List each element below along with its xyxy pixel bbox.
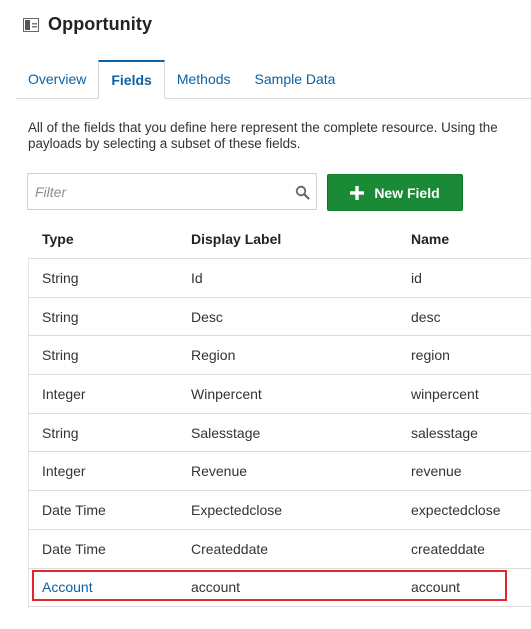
cell-name: createddate — [411, 540, 485, 557]
cell-name: desc — [411, 308, 441, 325]
cell-type: Date Time — [42, 540, 106, 557]
cell-display-label: Createddate — [191, 540, 269, 557]
tab-fields[interactable]: Fields — [98, 60, 165, 99]
cell-type: String — [42, 269, 79, 286]
cell-display-label: Winpercent — [191, 385, 262, 402]
cell-name: id — [411, 269, 422, 286]
filter-field — [27, 173, 317, 210]
page-title: Opportunity — [48, 14, 153, 34]
cell-type: String — [42, 308, 79, 325]
tab-overview[interactable]: Overview — [16, 60, 98, 98]
table-row[interactable]: Date Time Createddate createddate — [28, 530, 531, 569]
cell-display-label: Revenue — [191, 463, 248, 480]
column-header-type[interactable]: Type — [42, 231, 74, 247]
description-text: All of the fields that you define here r… — [28, 120, 531, 152]
table-row[interactable]: String Desc desc — [28, 298, 531, 337]
table-row[interactable]: String Id id — [28, 259, 531, 298]
cell-display-label: Id — [191, 269, 203, 286]
cell-name: winpercent — [411, 385, 479, 402]
search-icon[interactable] — [295, 185, 310, 200]
description-line-2: payloads by selecting a subset of these … — [28, 136, 301, 151]
cell-type-link[interactable]: Account — [42, 579, 93, 595]
new-field-button[interactable]: New Field — [327, 174, 463, 211]
new-field-button-label: New Field — [374, 184, 440, 201]
tab-methods[interactable]: Methods — [165, 60, 243, 98]
cell-name: salesstage — [411, 424, 478, 441]
cell-display-label: Desc — [191, 308, 223, 325]
cell-display-label: account — [191, 579, 241, 596]
description-line-1: All of the fields that you define here r… — [28, 120, 498, 135]
resource-icon — [23, 17, 39, 32]
cell-type: Integer — [42, 463, 86, 480]
table-row[interactable]: Date Time Expectedclose expectedclose — [28, 491, 531, 530]
table-row-account[interactable]: Account account account — [28, 569, 531, 608]
table-row[interactable]: String Salesstage salesstage — [28, 414, 531, 453]
cell-name: account — [411, 579, 461, 596]
cell-type: Date Time — [42, 501, 106, 518]
cell-type: Integer — [42, 385, 86, 402]
table-row[interactable]: Integer Revenue revenue — [28, 452, 531, 492]
cell-name: expectedclose — [411, 501, 501, 518]
column-header-name[interactable]: Name — [411, 231, 449, 247]
tab-bar: Overview Fields Methods Sample Data — [16, 60, 531, 99]
fields-table: Type Display Label Name String Id id Str… — [28, 220, 531, 608]
cell-display-label: Region — [191, 347, 236, 364]
table-header-row: Type Display Label Name — [28, 220, 531, 259]
page-header: Opportunity — [23, 14, 152, 35]
cell-display-label: Expectedclose — [191, 501, 283, 518]
filter-input[interactable] — [28, 174, 288, 209]
table-row[interactable]: Integer Winpercent winpercent — [28, 375, 531, 414]
cell-name: revenue — [411, 463, 462, 480]
table-row[interactable]: String Region region — [28, 336, 531, 376]
cell-type: String — [42, 424, 79, 441]
page: Opportunity Overview Fields Methods Samp… — [0, 0, 531, 629]
cell-name: region — [411, 347, 450, 364]
cell-type: String — [42, 347, 79, 364]
tab-sample-data[interactable]: Sample Data — [243, 60, 348, 98]
column-header-display-label[interactable]: Display Label — [191, 231, 281, 247]
cell-display-label: Salesstage — [191, 424, 261, 441]
plus-icon — [350, 185, 365, 200]
